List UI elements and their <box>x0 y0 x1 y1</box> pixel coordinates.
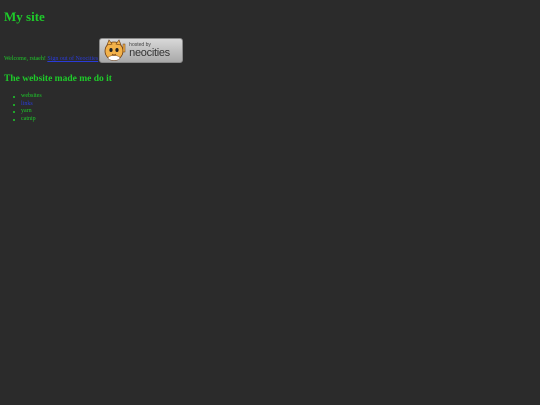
welcome-row: Welcome, rstaeh! Sign out of Neocities h… <box>4 38 536 64</box>
section-heading: The website made me do it <box>4 74 112 84</box>
list-item: catnip <box>13 116 536 124</box>
page-body: My site Welcome, rstaeh! Sign out of Neo… <box>0 9 540 123</box>
list-item-link[interactable]: links <box>13 101 536 109</box>
interests-list: websites links yarn catnip <box>4 93 536 123</box>
links-link[interactable]: links <box>21 101 33 107</box>
list-item: websites <box>13 93 536 101</box>
hosted-by-neocities-badge[interactable]: hosted by neocities <box>99 38 184 63</box>
page-title: My site <box>4 9 45 24</box>
list-item: yarn <box>13 108 536 116</box>
neocities-cat-icon <box>104 39 126 61</box>
sign-out-link[interactable]: Sign out of Neocities <box>47 55 98 64</box>
badge-brand-text: neocities <box>129 46 170 59</box>
welcome-text: Welcome, rstaeh! <box>4 56 46 62</box>
